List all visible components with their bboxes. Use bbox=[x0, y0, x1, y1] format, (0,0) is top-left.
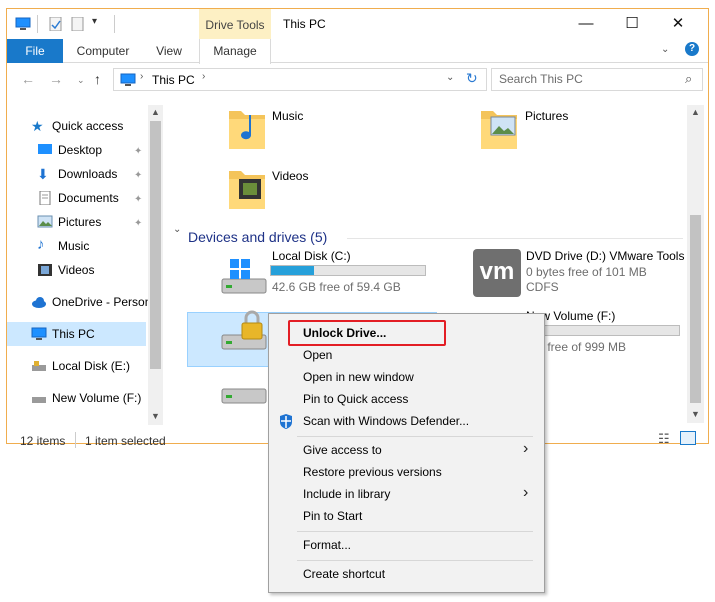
breadcrumb-this-pc[interactable]: This PC bbox=[152, 73, 195, 87]
music-icon: ♪ bbox=[37, 236, 45, 253]
scroll-down-arrow-icon[interactable]: ▼ bbox=[691, 409, 700, 419]
help-icon[interactable]: ? bbox=[685, 42, 699, 56]
submenu-chevron-icon: › bbox=[523, 484, 529, 501]
vmware-logo-icon[interactable]: vm bbox=[473, 249, 521, 297]
menu-item-open[interactable]: Open bbox=[303, 348, 332, 362]
drive-c-free-space: 42.6 GB free of 59.4 GB bbox=[272, 280, 401, 294]
minimize-button[interactable]: — bbox=[563, 9, 609, 39]
this-pc-icon bbox=[15, 17, 31, 30]
section-divider bbox=[347, 238, 683, 239]
scroll-down-arrow-icon[interactable]: ▼ bbox=[151, 411, 160, 421]
nav-scroll-thumb[interactable] bbox=[150, 121, 161, 369]
qa-separator bbox=[37, 15, 38, 33]
details-view-icon[interactable]: ☷ bbox=[658, 431, 670, 447]
status-separator bbox=[75, 432, 76, 448]
submenu-chevron-icon: › bbox=[523, 440, 529, 457]
status-item-count: 12 items bbox=[20, 434, 66, 448]
address-bar[interactable]: › This PC › ⌄ ↻ bbox=[113, 68, 487, 91]
drive-name-c[interactable]: Local Disk (C:) bbox=[272, 249, 351, 263]
scroll-up-arrow-icon[interactable]: ▲ bbox=[151, 107, 160, 117]
status-selected-count: 1 item selected bbox=[85, 434, 166, 448]
pictures-folder-icon[interactable] bbox=[479, 105, 519, 151]
breadcrumb-chevron-icon[interactable]: › bbox=[202, 71, 205, 82]
pin-icon: ✦ bbox=[134, 194, 143, 205]
drive-icon[interactable] bbox=[220, 387, 268, 411]
pictures-icon bbox=[37, 215, 53, 228]
menu-separator bbox=[297, 531, 533, 532]
contextual-tab-drive-tools: Drive Tools bbox=[199, 9, 271, 39]
desktop-icon bbox=[38, 144, 52, 154]
section-header-devices[interactable]: Devices and drives (5) bbox=[188, 229, 327, 245]
tab-view[interactable]: View bbox=[141, 39, 197, 63]
download-icon: ⬇ bbox=[37, 166, 49, 182]
menu-separator bbox=[297, 560, 533, 561]
refresh-icon[interactable]: ↻ bbox=[466, 70, 478, 87]
collapse-chevron-icon[interactable]: ⌄ bbox=[173, 224, 181, 235]
menu-separator bbox=[297, 436, 533, 437]
drive-icon bbox=[32, 397, 46, 403]
menu-item-scan-defender[interactable]: Scan with Windows Defender... bbox=[303, 414, 469, 428]
drive-f-capacity-bar bbox=[524, 325, 680, 336]
computer-icon bbox=[31, 327, 47, 340]
drive-name-d[interactable]: DVD Drive (D:) VMware Tools bbox=[526, 249, 684, 263]
menu-item-pin-start[interactable]: Pin to Start bbox=[303, 509, 362, 523]
recent-locations-icon[interactable]: ⌄ bbox=[77, 75, 85, 86]
windows-drive-icon[interactable] bbox=[220, 257, 268, 297]
large-icons-view-icon[interactable] bbox=[680, 431, 696, 445]
tab-file[interactable]: File bbox=[7, 39, 63, 63]
title-separator bbox=[114, 15, 115, 33]
pin-icon: ✦ bbox=[134, 146, 143, 157]
defender-shield-icon bbox=[280, 414, 292, 429]
pin-icon: ✦ bbox=[134, 218, 143, 229]
pin-icon: ✦ bbox=[134, 170, 143, 181]
tab-manage[interactable]: Manage bbox=[199, 39, 271, 64]
menu-item-create-shortcut[interactable]: Create shortcut bbox=[303, 567, 385, 581]
customize-qa-dropdown-icon[interactable]: ▾ bbox=[92, 16, 97, 27]
forward-arrow-icon[interactable]: → bbox=[49, 71, 63, 87]
expand-ribbon-icon[interactable]: ⌄ bbox=[661, 44, 669, 55]
close-button[interactable]: ✕ bbox=[655, 9, 701, 39]
this-pc-icon bbox=[120, 73, 136, 86]
breadcrumb-chevron-icon[interactable]: › bbox=[140, 71, 143, 82]
title-bar: ▾ Drive Tools This PC — ☐ ✕ bbox=[7, 9, 708, 39]
drive-d-filesystem: CDFS bbox=[526, 280, 559, 294]
drive-icon bbox=[32, 361, 46, 371]
maximize-button[interactable]: ☐ bbox=[609, 9, 655, 39]
folder-label-music[interactable]: Music bbox=[272, 109, 303, 123]
search-icon[interactable]: ⌕ bbox=[685, 71, 692, 87]
address-dropdown-icon[interactable]: ⌄ bbox=[446, 72, 454, 83]
properties-icon[interactable] bbox=[48, 17, 64, 31]
folder-label-pictures[interactable]: Pictures bbox=[525, 109, 568, 123]
music-folder-icon[interactable] bbox=[227, 105, 267, 151]
videos-icon bbox=[38, 264, 52, 276]
documents-icon bbox=[39, 191, 51, 205]
up-arrow-icon[interactable]: ↑ bbox=[94, 71, 101, 87]
star-icon: ★ bbox=[31, 118, 44, 134]
folder-label-videos[interactable]: Videos bbox=[272, 169, 308, 183]
drive-c-capacity-fill bbox=[271, 266, 315, 275]
menu-item-restore-versions[interactable]: Restore previous versions bbox=[303, 465, 442, 479]
ribbon-tabs: File Computer View Manage ⌄ ? bbox=[7, 39, 708, 64]
menu-item-give-access[interactable]: Give access to bbox=[303, 443, 382, 457]
highlight-box-unlock-drive bbox=[288, 320, 446, 346]
drive-d-free-space: 0 bytes free of 101 MB bbox=[526, 265, 647, 279]
locked-drive-icon[interactable] bbox=[220, 309, 272, 355]
drive-c-capacity-bar bbox=[270, 265, 426, 276]
context-menu: Unlock Drive... Open Open in new window … bbox=[268, 313, 545, 593]
nav-pane-scrollbar[interactable]: ▲ ▼ bbox=[148, 105, 163, 425]
menu-item-include-library[interactable]: Include in library bbox=[303, 487, 390, 501]
window-title: This PC bbox=[283, 17, 326, 31]
content-scrollbar[interactable]: ▲ ▼ bbox=[687, 105, 704, 423]
menu-item-pin-quick-access[interactable]: Pin to Quick access bbox=[303, 392, 408, 406]
content-scroll-thumb[interactable] bbox=[690, 215, 701, 403]
scroll-up-arrow-icon[interactable]: ▲ bbox=[691, 107, 700, 117]
menu-item-open-new-window[interactable]: Open in new window bbox=[303, 370, 414, 384]
cloud-icon bbox=[32, 297, 46, 308]
videos-folder-icon[interactable] bbox=[227, 165, 267, 211]
back-arrow-icon[interactable]: ← bbox=[21, 71, 35, 87]
tab-computer[interactable]: Computer bbox=[69, 39, 137, 63]
search-input[interactable]: Search This PC bbox=[491, 68, 703, 91]
new-folder-icon[interactable] bbox=[70, 17, 86, 31]
menu-item-format[interactable]: Format... bbox=[303, 538, 351, 552]
